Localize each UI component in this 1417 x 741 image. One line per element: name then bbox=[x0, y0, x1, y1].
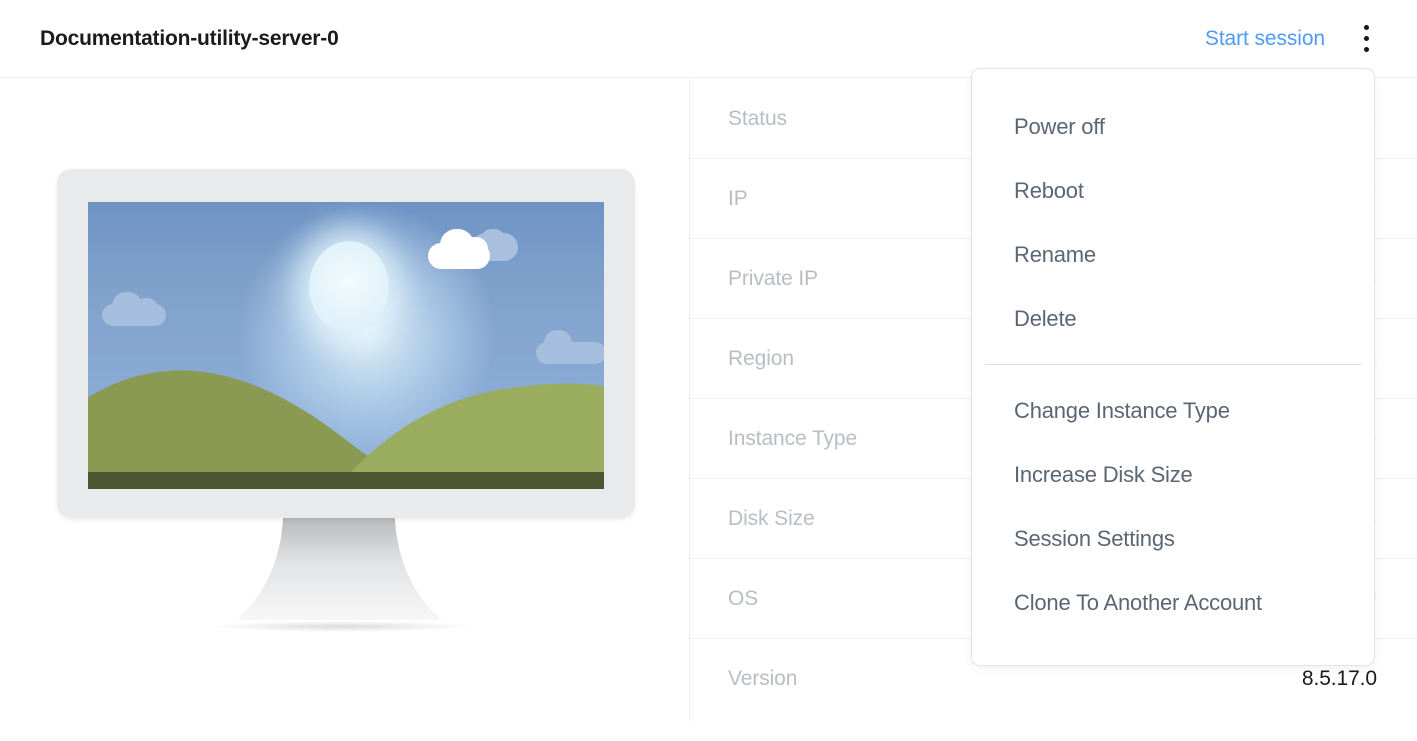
more-vertical-icon[interactable] bbox=[1349, 16, 1383, 62]
row-label-instance-type: Instance Type bbox=[728, 426, 858, 450]
menu-item-delete[interactable]: Delete bbox=[972, 287, 1374, 351]
menu-item-rename[interactable]: Rename bbox=[972, 223, 1374, 287]
menu-separator bbox=[985, 364, 1361, 365]
menu-item-increase-disk-size[interactable]: Increase Disk Size bbox=[972, 443, 1374, 507]
row-label-status: Status bbox=[728, 106, 787, 130]
menu-item-power-off[interactable]: Power off bbox=[972, 95, 1374, 159]
row-label-os: OS bbox=[728, 586, 759, 610]
page-header: Documentation-utility-server-0 Start ses… bbox=[0, 0, 1417, 78]
row-label-version: Version bbox=[728, 667, 798, 690]
hill-front bbox=[336, 383, 604, 489]
instance-detail-page: Documentation-utility-server-0 Start ses… bbox=[0, 0, 1417, 741]
menu-item-reboot[interactable]: Reboot bbox=[972, 159, 1374, 223]
menu-item-clone-to-another-account[interactable]: Clone To Another Account bbox=[972, 571, 1374, 635]
desktop-monitor-illustration bbox=[50, 169, 640, 639]
row-label-ip: IP bbox=[728, 186, 748, 210]
menu-item-session-settings[interactable]: Session Settings bbox=[972, 507, 1374, 571]
start-session-button[interactable]: Start session bbox=[1205, 27, 1325, 51]
header-actions: Start session bbox=[1205, 16, 1383, 62]
kebab-dot bbox=[1363, 47, 1369, 52]
actions-dropdown-menu: Power off Reboot Rename Delete Change In… bbox=[971, 68, 1375, 666]
page-title: Documentation-utility-server-0 bbox=[40, 26, 339, 50]
kebab-dot bbox=[1363, 25, 1369, 30]
cloud-icon bbox=[428, 229, 520, 273]
row-label-private-ip: Private IP bbox=[728, 266, 819, 290]
monitor-screen bbox=[88, 202, 604, 489]
kebab-dot bbox=[1363, 36, 1369, 41]
monitor-stand-icon bbox=[239, 516, 439, 620]
row-value-version: 8.5.17.0 bbox=[1301, 667, 1377, 690]
monitor-bezel bbox=[57, 169, 635, 518]
illustration-pane bbox=[0, 79, 690, 721]
menu-item-change-instance-type[interactable]: Change Instance Type bbox=[972, 379, 1374, 443]
row-label-region: Region bbox=[728, 346, 794, 370]
ground-strip bbox=[88, 472, 604, 489]
monitor-shadow bbox=[210, 621, 472, 632]
sun-icon bbox=[309, 241, 389, 333]
row-label-disk-size: Disk Size bbox=[728, 506, 815, 530]
cloud-icon bbox=[102, 290, 166, 326]
